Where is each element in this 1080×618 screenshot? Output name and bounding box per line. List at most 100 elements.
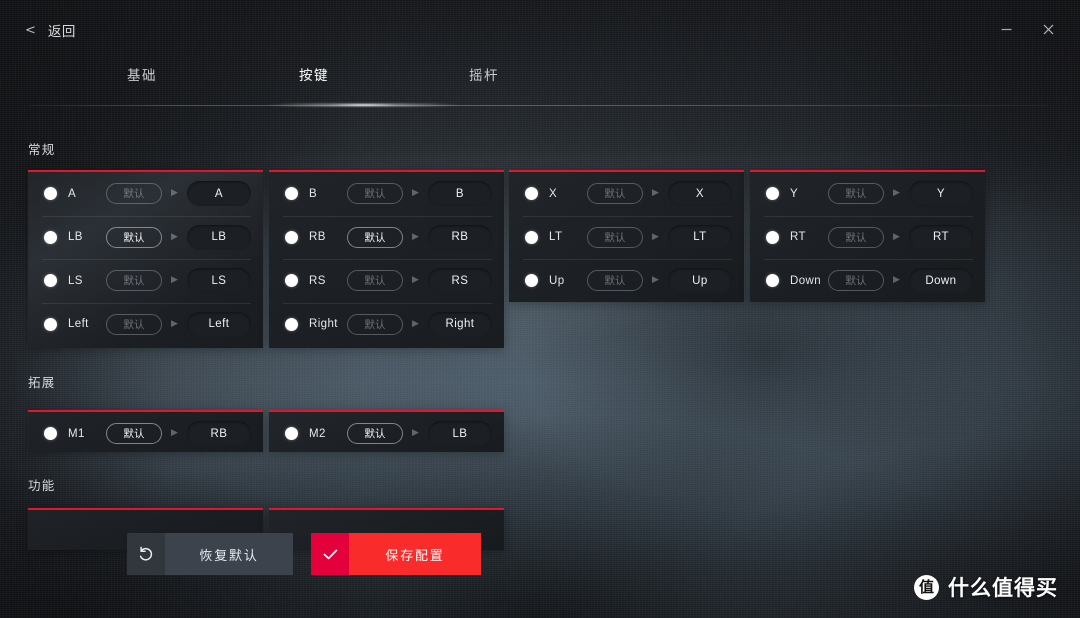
binding-radio[interactable] <box>525 274 538 288</box>
binding-radio[interactable] <box>44 230 57 244</box>
restore-defaults-button[interactable]: 恢复默认 <box>127 533 293 575</box>
arrow-right-icon: ▶ <box>171 428 178 439</box>
mapped-key-pill[interactable]: Y <box>908 181 973 207</box>
binding-key-label: LB <box>68 231 83 244</box>
tab-basic[interactable]: 基础 <box>82 64 202 92</box>
check-icon-wrap <box>311 533 349 575</box>
mapped-key-pill[interactable]: Down <box>908 268 973 294</box>
default-pill-button[interactable]: 默认 <box>347 183 403 205</box>
binding-radio[interactable] <box>766 230 779 244</box>
binding-radio[interactable] <box>285 317 298 331</box>
binding-radio[interactable] <box>44 187 57 201</box>
default-pill-button[interactable]: 默认 <box>106 313 162 335</box>
binding-card: Y 默认 ▶ Y RT 默认 ▶ RT Down 默认 ▶ Down <box>750 170 985 302</box>
binding-row: B 默认 ▶ B <box>269 172 504 216</box>
mapped-key-pill[interactable]: LT <box>667 224 732 250</box>
mapped-key-pill[interactable]: RS <box>427 268 492 294</box>
binding-key-label: RT <box>790 231 806 244</box>
tab-joystick[interactable]: 摇杆 <box>424 64 544 92</box>
binding-radio[interactable] <box>44 317 57 331</box>
arrow-right-icon: ▶ <box>412 188 419 199</box>
mapped-key-pill[interactable]: Right <box>427 311 492 337</box>
binding-key-label: Right <box>309 318 338 331</box>
minimize-button[interactable] <box>992 16 1020 42</box>
arrow-right-icon: ▶ <box>171 275 178 286</box>
window-controls <box>992 16 1062 42</box>
binding-row: Up 默认 ▶ Up <box>509 259 744 303</box>
binding-card: X 默认 ▶ X LT 默认 ▶ LT Up 默认 ▶ Up <box>509 170 744 302</box>
arrow-right-icon: ▶ <box>412 275 419 286</box>
section-label-function: 功能 <box>28 479 56 493</box>
binding-key-label: B <box>309 187 318 200</box>
binding-row: LS 默认 ▶ LS <box>28 259 263 303</box>
arrow-right-icon: ▶ <box>652 188 659 199</box>
arrow-right-icon: ▶ <box>893 188 900 199</box>
mapped-key-pill[interactable]: A <box>186 181 251 207</box>
default-pill-button[interactable]: 默认 <box>347 313 403 335</box>
binding-radio[interactable] <box>525 230 538 244</box>
default-pill-button[interactable]: 默认 <box>828 183 884 205</box>
binding-radio[interactable] <box>285 274 298 288</box>
default-pill-button[interactable]: 默认 <box>106 423 162 445</box>
check-icon <box>323 549 337 559</box>
mapped-key-pill[interactable]: LS <box>186 268 251 294</box>
default-pill-button[interactable]: 默认 <box>347 270 403 292</box>
binding-radio[interactable] <box>525 187 538 201</box>
mapped-key-pill[interactable]: X <box>667 181 732 207</box>
tab-buttons[interactable]: 按键 <box>254 64 374 92</box>
binding-row: X 默认 ▶ X <box>509 172 744 216</box>
undo-icon <box>139 546 153 561</box>
back-button[interactable]: < 返回 <box>25 20 76 40</box>
binding-row: A 默认 ▶ A <box>28 172 263 216</box>
watermark-logo-icon: 值 <box>914 574 939 600</box>
binding-row: LB 默认 ▶ LB <box>28 215 263 260</box>
default-pill-button[interactable]: 默认 <box>106 226 162 248</box>
binding-row: Right 默认 ▶ Right <box>269 302 504 347</box>
binding-row: Y 默认 ▶ Y <box>750 172 985 216</box>
close-button[interactable] <box>1034 16 1062 42</box>
watermark-text: 什么值得买 <box>948 577 1058 600</box>
mapped-key-pill[interactable]: LB <box>186 224 251 250</box>
binding-key-label: LS <box>68 274 83 287</box>
arrow-right-icon: ▶ <box>893 275 900 286</box>
save-config-label: 保存配置 <box>349 533 481 575</box>
mapped-key-pill[interactable]: B <box>427 181 492 207</box>
binding-row: M1 默认 ▶ RB <box>28 412 263 456</box>
binding-radio[interactable] <box>44 274 57 288</box>
arrow-right-icon: ▶ <box>412 428 419 439</box>
binding-card: M2 默认 ▶ LB <box>269 410 504 452</box>
binding-key-label: M2 <box>309 427 326 440</box>
arrow-right-icon: ▶ <box>652 275 659 286</box>
default-pill-button[interactable]: 默认 <box>347 423 403 445</box>
default-pill-button[interactable]: 默认 <box>587 270 643 292</box>
title-bar: < 返回 <box>0 0 1080 56</box>
mapped-key-pill[interactable]: Up <box>667 268 732 294</box>
restore-defaults-label: 恢复默认 <box>165 533 293 575</box>
mapped-key-pill[interactable]: RB <box>186 421 251 447</box>
mapped-key-pill[interactable]: RB <box>427 224 492 250</box>
default-pill-button[interactable]: 默认 <box>587 226 643 248</box>
mapped-key-pill[interactable]: Left <box>186 311 251 337</box>
default-pill-button[interactable]: 默认 <box>106 270 162 292</box>
binding-radio[interactable] <box>285 187 298 201</box>
binding-radio[interactable] <box>44 427 57 441</box>
arrow-right-icon: ▶ <box>652 231 659 242</box>
tab-divider <box>28 105 1050 106</box>
binding-key-label: A <box>68 187 77 200</box>
default-pill-button[interactable]: 默认 <box>106 183 162 205</box>
minimize-icon <box>1001 28 1011 30</box>
arrow-right-icon: ▶ <box>171 318 178 329</box>
binding-card: A 默认 ▶ A LB 默认 ▶ LB LS 默认 ▶ LS Left 默认 ▶ Left <box>28 170 263 348</box>
default-pill-button[interactable]: 默认 <box>828 226 884 248</box>
binding-radio[interactable] <box>766 187 779 201</box>
default-pill-button[interactable]: 默认 <box>347 226 403 248</box>
binding-key-label: RB <box>309 231 326 244</box>
mapped-key-pill[interactable]: LB <box>427 421 492 447</box>
binding-radio[interactable] <box>766 274 779 288</box>
save-config-button[interactable]: 保存配置 <box>311 533 481 575</box>
default-pill-button[interactable]: 默认 <box>828 270 884 292</box>
mapped-key-pill[interactable]: RT <box>908 224 973 250</box>
default-pill-button[interactable]: 默认 <box>587 183 643 205</box>
binding-radio[interactable] <box>285 427 298 441</box>
binding-radio[interactable] <box>285 230 298 244</box>
